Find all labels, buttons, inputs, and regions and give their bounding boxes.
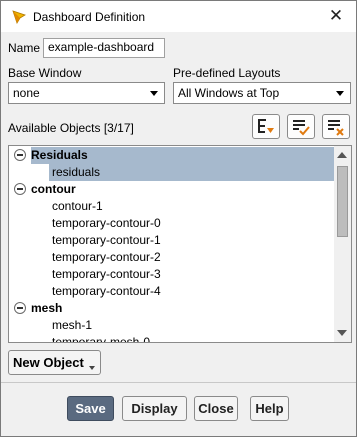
dropdown-arrow-icon xyxy=(89,366,95,370)
title-bar[interactable]: Dashboard Definition ✕ xyxy=(1,1,356,32)
tree-item[interactable]: temporary-contour-4 xyxy=(52,283,161,300)
tree-group-residuals[interactable]: Residuals xyxy=(9,147,335,164)
scroll-thumb[interactable] xyxy=(337,166,348,237)
collapse-icon[interactable] xyxy=(14,183,26,195)
tree-group-mesh[interactable]: mesh xyxy=(9,300,335,317)
close-button[interactable]: Close xyxy=(194,396,238,421)
name-input[interactable]: example-dashboard xyxy=(43,38,165,58)
select-all-icon xyxy=(293,120,310,136)
collapse-icon[interactable] xyxy=(14,149,26,161)
layouts-value: All Windows at Top xyxy=(178,86,280,100)
layouts-select[interactable]: All Windows at Top xyxy=(173,82,351,104)
tree-item[interactable]: temporary-contour-3 xyxy=(52,266,161,283)
filter-button[interactable] xyxy=(252,114,280,139)
tree-item[interactable]: mesh-1 xyxy=(52,317,92,334)
group-label: contour xyxy=(31,182,76,196)
new-object-label: New Object xyxy=(13,355,84,370)
tree-item[interactable]: residuals xyxy=(52,164,100,181)
collapse-icon[interactable] xyxy=(14,302,26,314)
tree-item[interactable]: temporary-contour-1 xyxy=(52,232,161,249)
objects-tree[interactable]: Residuals residuals contour contour-1 te… xyxy=(8,145,352,343)
base-window-label: Base Window xyxy=(8,66,82,80)
save-button[interactable]: Save xyxy=(67,396,114,421)
group-label: Residuals xyxy=(31,148,88,162)
layouts-label: Pre-defined Layouts xyxy=(173,66,281,80)
scroll-down-icon[interactable] xyxy=(337,330,347,336)
display-button[interactable]: Display xyxy=(122,396,187,421)
tree-group-contour[interactable]: contour xyxy=(9,181,335,198)
chevron-down-icon xyxy=(150,91,158,96)
divider xyxy=(1,382,356,383)
available-objects-title: Available Objects xyxy=(8,121,101,135)
tree-item[interactable]: temporary-contour-2 xyxy=(52,249,161,266)
tree-item[interactable]: temporary-contour-0 xyxy=(52,215,161,232)
dashboard-definition-dialog: Dashboard Definition ✕ Name example-dash… xyxy=(0,0,357,437)
name-label: Name xyxy=(8,41,41,55)
chevron-down-icon xyxy=(336,91,344,96)
deselect-all-button[interactable] xyxy=(322,114,350,139)
filter-icon xyxy=(258,119,274,133)
base-window-value: none xyxy=(13,86,40,100)
tree-scrollbar[interactable] xyxy=(334,146,351,342)
window-title: Dashboard Definition xyxy=(33,10,146,24)
available-objects-count: [3/17] xyxy=(103,121,134,135)
base-window-select[interactable]: none xyxy=(8,82,165,104)
available-objects-label: Available Objects [3/17] xyxy=(8,121,134,135)
close-window-icon[interactable]: ✕ xyxy=(324,5,348,27)
tree-item[interactable]: contour-1 xyxy=(52,198,103,215)
select-all-button[interactable] xyxy=(287,114,315,139)
app-icon xyxy=(12,10,26,24)
scroll-up-icon[interactable] xyxy=(337,152,347,158)
tree-item[interactable]: temporary-mesh-0 xyxy=(52,334,150,342)
group-label: mesh xyxy=(31,301,63,315)
help-button[interactable]: Help xyxy=(250,396,289,421)
deselect-all-icon xyxy=(328,120,344,136)
new-object-button[interactable]: New Object xyxy=(8,350,101,375)
